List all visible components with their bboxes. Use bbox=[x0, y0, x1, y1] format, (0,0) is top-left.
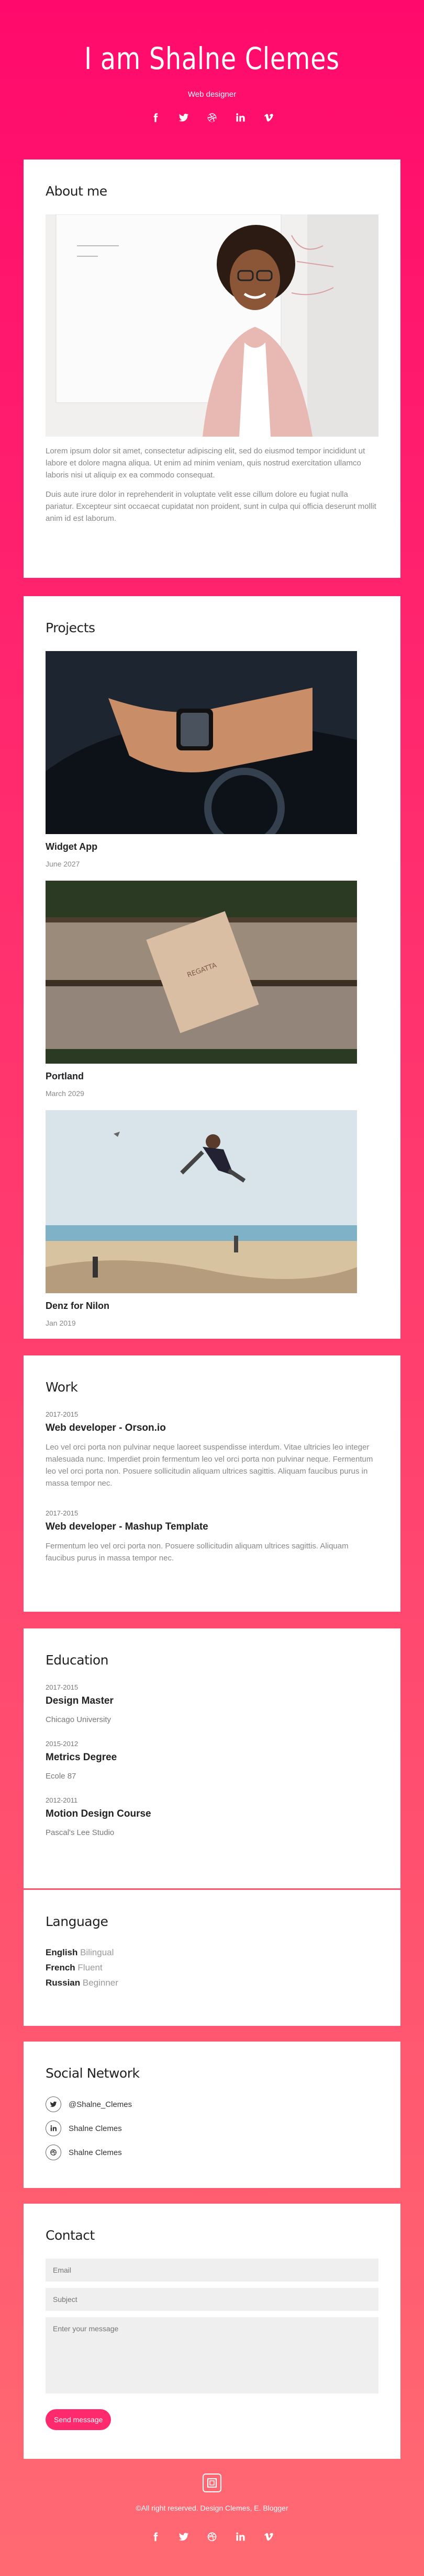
language-level: Beginner bbox=[82, 1978, 118, 1988]
social-link-twitter[interactable]: @Shalne_Clemes bbox=[46, 2096, 378, 2112]
header-social-links bbox=[0, 112, 424, 123]
send-message-button[interactable]: Send message bbox=[46, 2409, 111, 2430]
footer-social-links bbox=[0, 2531, 424, 2543]
section-heading-projects: Projects bbox=[46, 620, 95, 635]
language-item: English Bilingual bbox=[46, 1947, 114, 1957]
about-paragraph: Duis aute irure dolor in reprehenderit i… bbox=[46, 490, 376, 523]
project-card[interactable]: REGATTA Portland March 2029 bbox=[46, 881, 378, 1098]
twitter-icon[interactable] bbox=[178, 112, 189, 123]
education-place: Chicago University bbox=[46, 1715, 111, 1724]
project-card[interactable]: Denz for Nilon Jan 2019 bbox=[46, 1110, 378, 1327]
work-years: 2017-2015 bbox=[46, 1509, 79, 1517]
section-heading-work: Work bbox=[46, 1380, 78, 1395]
education-years: 2012-2011 bbox=[46, 1796, 78, 1804]
language-item: Russian Beginner bbox=[46, 1978, 118, 1988]
page-subtitle: Web designer bbox=[187, 90, 237, 99]
projects-section: Projects Widget App June 2027 REGATTA Po… bbox=[24, 596, 400, 1339]
project-date: March 2029 bbox=[46, 1089, 84, 1098]
social-link-label[interactable]: @Shalne_Clemes bbox=[69, 2100, 132, 2109]
work-entry: 2017-2015 Web developer - Orson.io Leo v… bbox=[46, 1410, 378, 1489]
page-title: I am Shalne Clemes bbox=[84, 41, 340, 76]
education-years: 2017-2015 bbox=[46, 1683, 79, 1691]
linkedin-icon bbox=[46, 2121, 61, 2136]
page-header: I am Shalne Clemes Web designer bbox=[0, 0, 424, 159]
section-heading-about: About me bbox=[46, 184, 107, 199]
section-heading-contact: Contact bbox=[46, 2228, 95, 2243]
contact-section: Contact Send message bbox=[24, 2204, 400, 2459]
project-title: Portland bbox=[46, 1071, 84, 1081]
education-entry: 2017-2015 Design Master Chicago Universi… bbox=[46, 1683, 378, 1724]
social-link-linkedin[interactable]: Shalne Clemes bbox=[46, 2121, 378, 2136]
project-title: Denz for Nilon bbox=[46, 1301, 109, 1311]
dribbble-icon[interactable] bbox=[206, 2531, 218, 2543]
project-date: June 2027 bbox=[46, 860, 80, 868]
education-entry: 2012-2011 Motion Design Course Pascal's … bbox=[46, 1796, 378, 1837]
project-date: Jan 2019 bbox=[46, 1319, 76, 1327]
education-title: Metrics Degree bbox=[46, 1752, 117, 1763]
project-title: Widget App bbox=[46, 841, 98, 852]
education-section: Education 2017-2015 Design Master Chicag… bbox=[24, 1628, 400, 1888]
facebook-icon[interactable] bbox=[150, 112, 161, 123]
linkedin-icon[interactable] bbox=[235, 2531, 246, 2543]
section-heading-education: Education bbox=[46, 1652, 108, 1668]
message-field[interactable] bbox=[46, 2317, 378, 2393]
social-link-dribbble[interactable]: Shalne Clemes bbox=[46, 2145, 378, 2160]
project-image[interactable] bbox=[46, 1110, 357, 1293]
project-card[interactable]: Widget App June 2027 bbox=[46, 651, 378, 868]
education-title: Design Master bbox=[46, 1695, 114, 1706]
dribbble-icon bbox=[46, 2145, 61, 2160]
work-title: Web developer - Orson.io bbox=[46, 1422, 166, 1433]
work-years: 2017-2015 bbox=[46, 1410, 79, 1418]
language-section: Language English Bilingual French Fluent… bbox=[24, 1890, 400, 2026]
email-field[interactable] bbox=[46, 2259, 378, 2282]
about-section: About me Lorem ipsum dolor sit amet, con… bbox=[24, 159, 400, 578]
education-years: 2015-2012 bbox=[46, 1740, 79, 1748]
social-section: Social Network @Shalne_Clemes Shalne Cle… bbox=[24, 2042, 400, 2188]
education-place: Pascal's Lee Studio bbox=[46, 1828, 115, 1837]
twitter-icon bbox=[46, 2096, 61, 2112]
section-heading-language: Language bbox=[46, 1914, 108, 1929]
twitter-icon[interactable] bbox=[178, 2531, 189, 2543]
work-description: Fermentum leo vel orci porta non. Posuer… bbox=[46, 1542, 349, 1563]
social-link-label[interactable]: Shalne Clemes bbox=[69, 2148, 122, 2157]
subject-field[interactable] bbox=[46, 2288, 378, 2311]
facebook-icon[interactable] bbox=[150, 2531, 161, 2543]
language-level: Bilingual bbox=[80, 1947, 114, 1957]
education-place: Ecole 87 bbox=[46, 1772, 76, 1781]
work-title: Web developer - Mashup Template bbox=[46, 1521, 208, 1532]
education-entry: 2015-2012 Metrics Degree Ecole 87 bbox=[46, 1740, 378, 1781]
project-image[interactable]: REGATTA bbox=[46, 881, 357, 1064]
section-heading-social: Social Network bbox=[46, 2066, 140, 2081]
vimeo-icon[interactable] bbox=[263, 2531, 274, 2543]
dribbble-icon[interactable] bbox=[206, 112, 218, 123]
social-link-label[interactable]: Shalne Clemes bbox=[69, 2124, 122, 2133]
footer-copyright: ©All right reserved. Design Clemes, E. B… bbox=[136, 2504, 288, 2512]
work-section: Work 2017-2015 Web developer - Orson.io … bbox=[24, 1355, 400, 1612]
page-footer: ©All right reserved. Design Clemes, E. B… bbox=[0, 2474, 424, 2543]
logo-icon[interactable] bbox=[203, 2474, 221, 2492]
work-description: Leo vel orci porta non pulvinar neque la… bbox=[46, 1443, 373, 1488]
vimeo-icon[interactable] bbox=[263, 112, 274, 123]
work-entry: 2017-2015 Web developer - Mashup Templat… bbox=[46, 1509, 378, 1564]
profile-photo bbox=[46, 214, 378, 437]
language-level: Fluent bbox=[77, 1963, 103, 1973]
education-title: Motion Design Course bbox=[46, 1808, 151, 1819]
language-item: French Fluent bbox=[46, 1963, 103, 1973]
about-paragraph: Lorem ipsum dolor sit amet, consectetur … bbox=[46, 447, 365, 480]
project-image[interactable] bbox=[46, 651, 357, 834]
linkedin-icon[interactable] bbox=[235, 112, 246, 123]
